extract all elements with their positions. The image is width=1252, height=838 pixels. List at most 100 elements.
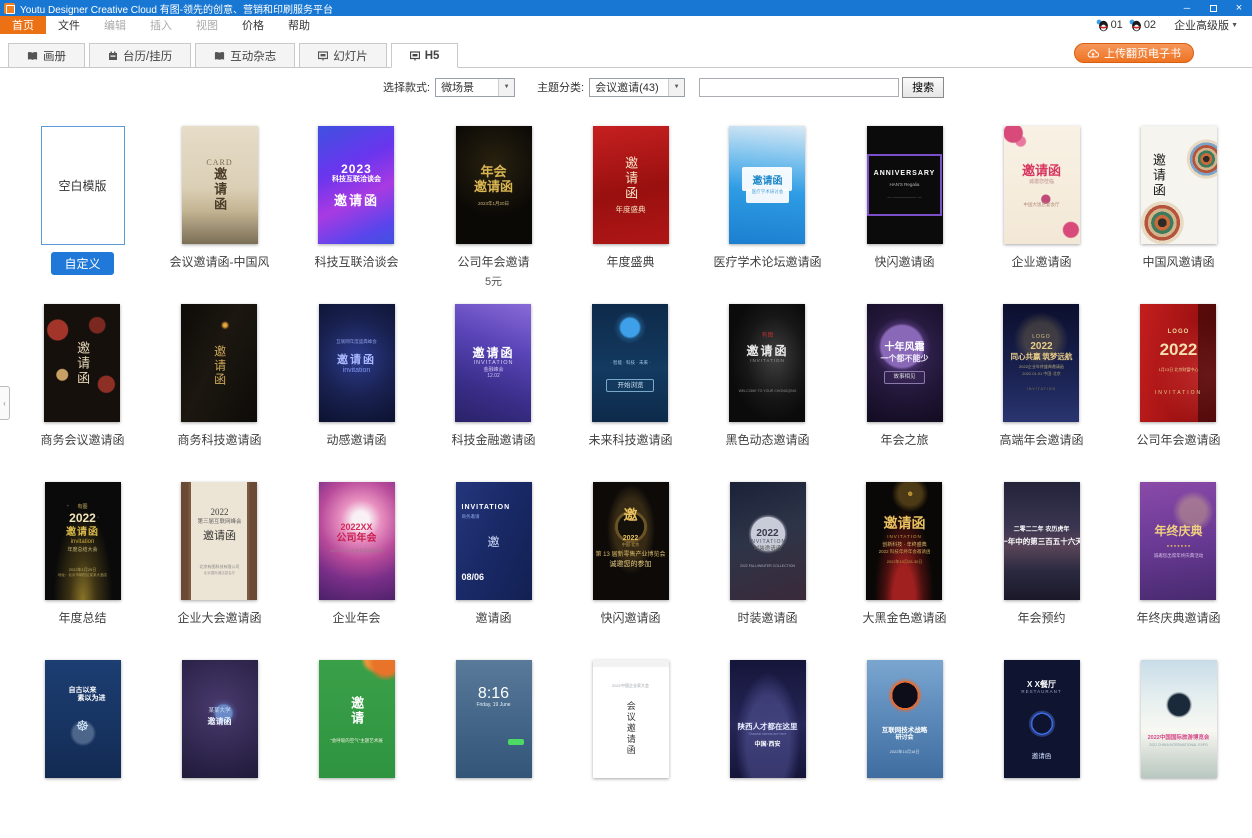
template-thumbnail[interactable]: 邀请函年度盛典 — [593, 126, 669, 244]
template-card[interactable]: 邀请函INVITATION创新科技 · 年终盛典2022 科技年终年会邀请函20… — [862, 482, 946, 660]
template-card[interactable]: 邀请函商务会议邀请函 — [40, 304, 124, 482]
template-thumbnail[interactable]: 有图邀请函INVITATIONWELCOME TO YOUR CHONGQING — [729, 304, 805, 422]
account-qq-1[interactable]: 01 — [1096, 19, 1123, 32]
template-thumbnail[interactable]: 2022第三届互联网峰会邀请函北京有图科技有限公司北京国际酒店宴会厅 — [181, 482, 257, 600]
template-card[interactable]: 邀请函医疗学术研讨会医疗学术论坛邀请函 — [713, 126, 821, 304]
category-select[interactable]: 会议邀请(43) ▼ — [589, 78, 685, 97]
customize-button[interactable]: 自定义 — [51, 252, 113, 275]
template-thumbnail[interactable]: 自古以来素以为进☸ — [45, 660, 121, 778]
template-card[interactable]: 二零二二年 农历虎年一年中的第三百五十六天年会预约 — [1004, 482, 1080, 660]
maximize-button[interactable] — [1200, 0, 1226, 16]
template-card[interactable]: 邀请函诚邀您莅临中国大饭店宴会厅企业邀请函 — [1004, 126, 1080, 304]
template-thumbnail[interactable]: 某某大学邀请函 — [182, 660, 258, 778]
template-thumbnail[interactable]: 邀请函医疗学术研讨会 — [729, 126, 805, 244]
template-thumbnail[interactable]: 互联网年度盛典峰会邀请函invitation — [319, 304, 395, 422]
search-input[interactable] — [699, 78, 899, 97]
template-name: 公司年会邀请 — [457, 253, 529, 270]
template-thumbnail[interactable]: LOGO2022同心共赢 筑梦远航2022企业年终盛典邀请函2022.01.01… — [1003, 304, 1079, 422]
template-card[interactable]: 2022中国国际旅游博览会2022 CHINA INTERNATIONAL EX… — [1141, 660, 1217, 838]
menu-item-insert[interactable]: 插入 — [138, 16, 184, 34]
template-card[interactable]: · 智能 · 科技 · 未来 ·开始浏览未来科技邀请函 — [588, 304, 672, 482]
template-card[interactable]: 2022第三届互联网峰会邀请函北京有图科技有限公司北京国际酒店宴会厅企业大会邀请… — [177, 482, 261, 660]
menu-item-file[interactable]: 文件 — [46, 16, 92, 34]
template-thumbnail[interactable]: 二零二二年 农历虎年一年中的第三百五十六天 — [1004, 482, 1080, 600]
template-card[interactable]: 互联网技术战略研讨会2022年10月18日 — [867, 660, 943, 838]
template-card[interactable]: 自古以来素以为进☸ — [45, 660, 121, 838]
template-card[interactable]: 2021中国企业家大会会议邀请函 — [593, 660, 669, 838]
template-card[interactable]: 邀请“会呼吸的空气”主题艺术展 — [319, 660, 395, 838]
template-thumbnail[interactable]: X X餐厅RESTAURANT邀请函 — [1004, 660, 1080, 778]
template-card[interactable]: 有图邀请函INVITATIONWELCOME TO YOUR CHONGQING… — [725, 304, 809, 482]
template-card[interactable]: 陕西人才都在这里Shaanxi talents are here中国·西安 — [730, 660, 806, 838]
template-card[interactable]: 邀请函INVITATION金融峰会12.02科技金融邀请函 — [451, 304, 535, 482]
menu-item-edit[interactable]: 编辑 — [92, 16, 138, 34]
template-card[interactable]: 8:16Friday, 19 June — [456, 660, 532, 838]
upload-ebook-button[interactable]: 上传翻页电子书 — [1074, 43, 1194, 63]
template-card[interactable]: 2023科技互联洽谈会邀请函科技互联洽谈会 — [314, 126, 398, 304]
template-thumbnail[interactable]: 互联网技术战略研讨会2022年10月18日 — [867, 660, 943, 778]
template-card[interactable]: 2022XX公司年会2022-12-26 北京某某国际酒店企业年会 — [319, 482, 395, 660]
template-thumbnail[interactable]: 2021中国企业家大会会议邀请函 — [593, 660, 669, 778]
tab-slides[interactable]: 幻灯片 — [299, 43, 387, 68]
template-thumbnail[interactable]: 邀请函 — [181, 304, 257, 422]
template-card[interactable]: CARD邀请函会议邀请函-中国风 — [170, 126, 270, 304]
template-thumbnail[interactable]: 2023科技互联洽谈会邀请函 — [318, 126, 394, 244]
plan-selector[interactable]: 企业高级版 ▼ — [1174, 17, 1238, 33]
thumb-text: 2022XX — [340, 522, 372, 533]
template-thumbnail[interactable]: 邀请函 — [44, 304, 120, 422]
menu-item-price[interactable]: 价格 — [230, 16, 276, 34]
template-card[interactable]: INVITATION商务邀请邀08/06邀请函 — [456, 482, 532, 660]
template-card[interactable]: 某某大学邀请函 — [182, 660, 258, 838]
tab-album[interactable]: 画册 — [8, 43, 85, 68]
menu-item-help[interactable]: 帮助 — [276, 16, 322, 34]
search-button[interactable]: 搜索 — [902, 77, 944, 98]
style-select[interactable]: 微场景 ▼ — [435, 78, 515, 97]
thumb-text: 年度盛典 — [616, 206, 646, 215]
template-thumbnail[interactable]: 十年风霜一个都不能少故事相见 — [867, 304, 943, 422]
template-card[interactable]: LOGO20221月13日 北京财富中心INVITATION公司年会邀请函 — [1136, 304, 1220, 482]
close-button[interactable]: × — [1226, 0, 1252, 16]
template-thumbnail[interactable]: 年终庆典● ● ● ● ● ● ●诚邀您出席年终庆典活动 — [1140, 482, 1216, 600]
template-thumbnail[interactable]: 8:16Friday, 19 June — [456, 660, 532, 778]
template-card[interactable]: 邀请函年度盛典年度盛典 — [593, 126, 669, 304]
template-thumbnail[interactable]: 邀请函诚邀您莅临中国大饭店宴会厅 — [1004, 126, 1080, 244]
template-card[interactable]: 有图2022邀请函invitation年度总结大会2022年1月29日地址：北京… — [45, 482, 121, 660]
panel-toggle[interactable]: ‹ — [0, 386, 10, 420]
template-thumbnail[interactable]: 邀2022中国·北京第 13 届新零售产业博览会诚邀您的参加 — [593, 482, 669, 600]
template-thumbnail[interactable]: INVITATION商务邀请邀08/06 — [456, 482, 532, 600]
menu-item-home[interactable]: 首页 — [0, 16, 46, 34]
tab-h5[interactable]: H5 — [391, 43, 459, 68]
template-card[interactable]: 2022INVITATION时装邀请函2022 FALL/WINTER COLL… — [730, 482, 806, 660]
template-thumbnail[interactable]: 2022中国国际旅游博览会2022 CHINA INTERNATIONAL EX… — [1141, 660, 1217, 778]
template-thumbnail[interactable]: 邀请函 — [1141, 126, 1217, 244]
template-card[interactable]: X X餐厅RESTAURANT邀请函 — [1004, 660, 1080, 838]
template-thumbnail[interactable]: 陕西人才都在这里Shaanxi talents are here中国·西安 — [730, 660, 806, 778]
tab-calendar[interactable]: 台历/挂历 — [89, 43, 191, 68]
template-card[interactable]: 互联网年度盛典峰会邀请函invitation动感邀请函 — [319, 304, 395, 482]
template-card[interactable]: 年会邀请函2023年1月20日公司年会邀请5元 — [456, 126, 532, 304]
template-thumbnail[interactable]: 2022INVITATION时装邀请函2022 FALL/WINTER COLL… — [730, 482, 806, 600]
template-thumbnail[interactable]: · 智能 · 科技 · 未来 ·开始浏览 — [592, 304, 668, 422]
template-thumbnail[interactable]: 年会邀请函2023年1月20日 — [456, 126, 532, 244]
template-thumbnail[interactable]: 有图2022邀请函invitation年度总结大会2022年1月29日地址：北京… — [45, 482, 121, 600]
template-card[interactable]: 邀2022中国·北京第 13 届新零售产业博览会诚邀您的参加快闪邀请函 — [593, 482, 669, 660]
blank-template-card[interactable]: 空白模版 自定义 — [41, 126, 125, 304]
template-card[interactable]: 年终庆典● ● ● ● ● ● ●诚邀您出席年终庆典活动年终庆典邀请函 — [1136, 482, 1220, 660]
account-qq-2[interactable]: 02 — [1129, 19, 1156, 32]
template-card[interactable]: 邀请函中国风邀请函 — [1141, 126, 1217, 304]
template-thumbnail[interactable]: 邀请函INVITATION创新科技 · 年终盛典2022 科技年终年会邀请函20… — [866, 482, 942, 600]
tab-magazine[interactable]: 互动杂志 — [195, 43, 295, 68]
minimize-button[interactable]: ─ — [1174, 0, 1200, 16]
template-card[interactable]: LOGO2022同心共赢 筑梦远航2022企业年终盛典邀请函2022.01.01… — [999, 304, 1083, 482]
template-thumbnail[interactable]: 邀请函INVITATION金融峰会12.02 — [455, 304, 531, 422]
template-card[interactable]: 十年风霜一个都不能少故事相见年会之旅 — [867, 304, 943, 482]
template-thumbnail[interactable]: ANNIVERSARYHAN'S Regalia— —————— — — [867, 126, 943, 244]
template-card[interactable]: 邀请函商务科技邀请函 — [177, 304, 261, 482]
template-thumbnail[interactable]: 2022XX公司年会2022-12-26 北京某某国际酒店 — [319, 482, 395, 600]
template-thumbnail[interactable]: 邀请“会呼吸的空气”主题艺术展 — [319, 660, 395, 778]
template-card[interactable]: ANNIVERSARYHAN'S Regalia— —————— —快闪邀请函 — [867, 126, 943, 304]
blank-template-thumb[interactable]: 空白模版 — [41, 126, 125, 245]
template-thumbnail[interactable]: LOGO20221月13日 北京财富中心INVITATION — [1140, 304, 1216, 422]
template-thumbnail[interactable]: CARD邀请函 — [182, 126, 258, 244]
menu-item-view[interactable]: 视图 — [184, 16, 230, 34]
